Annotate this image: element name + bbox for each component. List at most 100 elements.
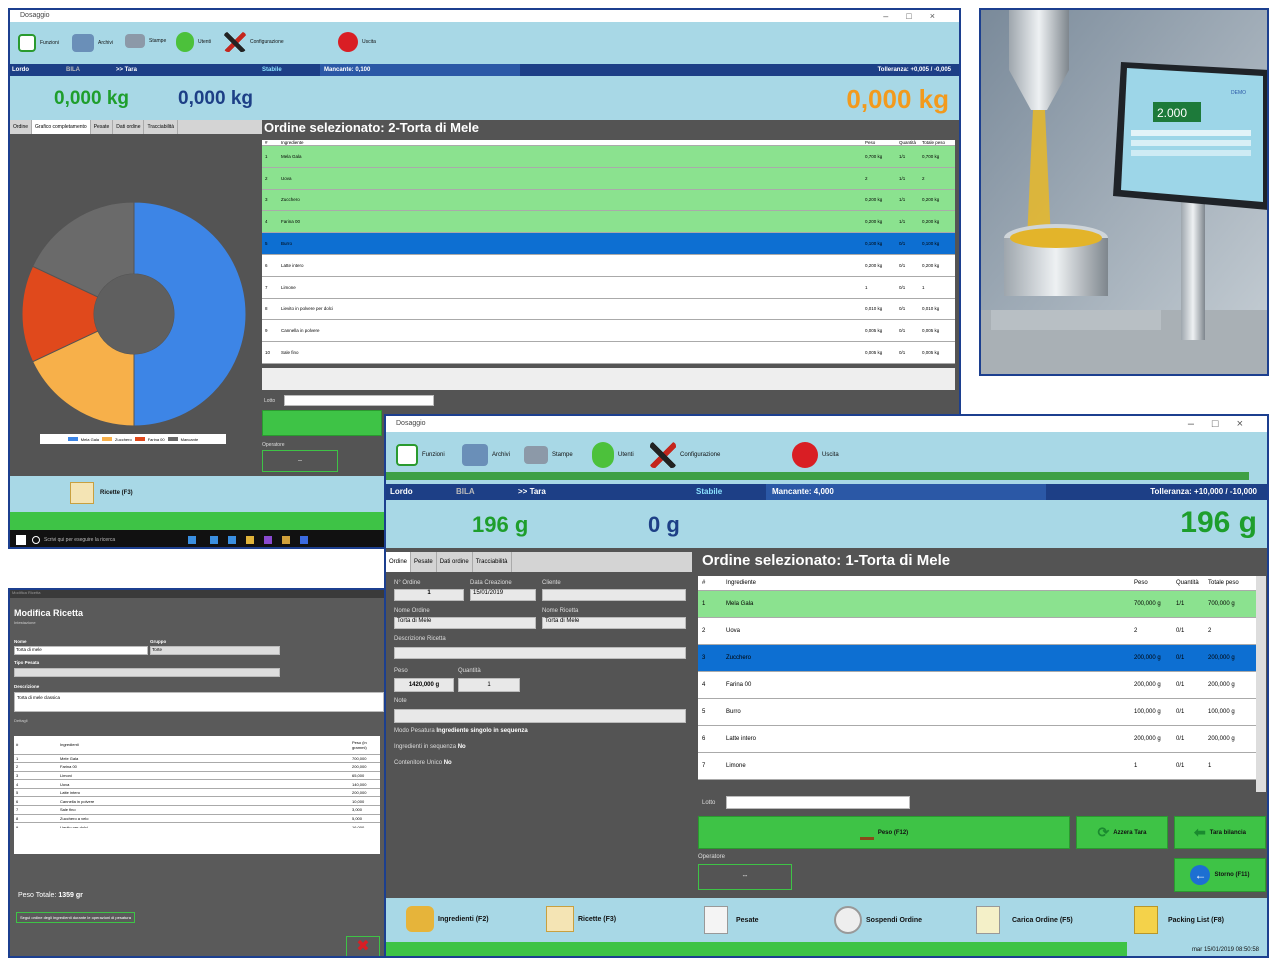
store-icon[interactable] [228,535,236,544]
table-row[interactable]: 8 Zucchero a velo 5,000 [14,814,380,824]
chrome-icon[interactable] [300,535,308,544]
tipo-pesata-select[interactable] [14,668,280,677]
sospendi-ordine-button[interactable]: Sospendi Ordine [834,906,922,934]
stampe-button[interactable]: Stampe [125,34,166,48]
tab-ordine[interactable]: Ordine [10,120,33,134]
table-row[interactable]: 7 Sale fino 3,000 [14,805,380,815]
pesate-button[interactable]: Pesate [704,906,759,934]
carica-ordine-button[interactable]: Carica Ordine (F5) [976,906,1073,934]
table-row[interactable]: 6 Cannella in polvere 10,000 [14,796,380,807]
cancel-button[interactable]: ✖ [346,936,380,956]
azzera-tara-button[interactable]: ⟳ Azzera Tara [1076,816,1168,849]
table-row[interactable]: 1 Mela Gala 700,000 g 1/1 700,000 g [698,590,1256,618]
storno-button[interactable]: ← Storno (F11) [1174,858,1266,892]
nome-ricetta-field[interactable]: Torta di Mele [542,617,686,629]
configurazione-button[interactable]: Configurazione [650,442,720,468]
tab-pesate[interactable]: Pesate [411,552,437,572]
cliente-field[interactable] [542,589,686,601]
funzioni-button[interactable]: Funzioni [18,34,59,52]
column-header[interactable]: Ingrediente [722,576,1130,591]
table-row[interactable]: 10 Sale fino 0,005 kg 0/1 0,005 kg [262,341,955,364]
peso-button[interactable]: Peso (F12) [698,816,1070,849]
table-row[interactable]: 2 Uova 2 1/1 2 [262,167,955,190]
table-row[interactable]: 9 Cannella in polvere 0,005 kg 0/1 0,005 kg [262,319,955,343]
table-row[interactable]: 3 Zucchero 200,000 g 0/1 200,000 g [698,644,1256,672]
tara-bilancia-button[interactable]: ⬅ Tara bilancia [1174,816,1266,849]
operatore-field[interactable]: -- [262,450,338,472]
lotto-input[interactable] [726,796,910,809]
table-row[interactable]: 7 Limone 1 0/1 1 [262,276,955,299]
table-row[interactable]: 6 Latte intero 200,000 g 0/1 200,000 g [698,725,1256,753]
tab-pesate[interactable]: Pesate [91,120,114,134]
column-header[interactable]: Ingredienti [58,736,350,755]
explorer-icon[interactable] [246,535,254,544]
table-row[interactable]: 3 Limoni 65,000 [14,771,380,781]
tab-grafico[interactable]: Grafico completamento [32,120,91,134]
table-row[interactable]: 4 Farina 00 0,200 kg 1/1 0,200 kg [262,210,955,234]
window-controls[interactable]: –□× [1188,416,1261,432]
tab-tracciabilita[interactable]: Tracciabilità [144,120,178,134]
column-header[interactable]: Totale peso [1204,576,1256,591]
taskbar-search[interactable]: Scrivi qui per eseguire la ricerca [44,537,174,543]
data-creazione-field[interactable]: 15/01/2019 [470,589,536,601]
funzioni-button[interactable]: Funzioni [396,444,445,466]
utenti-button[interactable]: Utenti [592,442,634,468]
column-header[interactable]: # [698,576,722,591]
lotto-input[interactable] [284,395,434,406]
table-row[interactable]: 2 Uova 2 0/1 2 [698,617,1256,645]
column-header[interactable]: Quantità [1172,576,1204,591]
table-scrollbar[interactable] [1256,576,1266,792]
tab-ordine[interactable]: Ordine [386,552,412,572]
table-row[interactable]: 5 Burro 0,100 kg 0/1 0,100 kg [262,232,955,255]
descrizione-field[interactable] [394,647,686,659]
nome-input[interactable]: Torta di mele [14,646,148,655]
vs-icon[interactable] [264,535,272,544]
column-header[interactable]: # [14,736,58,755]
uscita-button[interactable]: Uscita [338,32,376,52]
table-row[interactable]: 3 Zucchero 0,200 kg 1/1 0,200 kg [262,189,955,212]
edge-icon[interactable] [210,535,218,544]
column-header[interactable]: Quantità [895,140,919,146]
peso-field[interactable]: 1420,000 g [394,678,454,692]
configurazione-button[interactable]: Configurazione [224,32,284,52]
column-header[interactable]: Peso [1130,576,1172,591]
note-field[interactable] [394,709,686,723]
taskbar-app-icon[interactable] [188,535,196,544]
uscita-button[interactable]: Uscita [792,442,839,468]
ingredienti-button[interactable]: Ingredienti (F2) [406,906,489,932]
windows-start-icon[interactable] [16,534,26,545]
sequence-checkbox[interactable]: Segui ordine degli ingredienti durante l… [16,912,135,923]
main-toolbar: Funzioni Archivi Stampe Utenti Configura… [10,22,959,64]
stampe-button[interactable]: Stampe [524,446,573,464]
archivi-button[interactable]: Archivi [462,444,510,466]
tab-dati-ordine[interactable]: Dati ordine [113,120,145,134]
n-ordine-field[interactable]: 1 [394,589,464,601]
utenti-button[interactable]: Utenti [176,32,211,52]
app-icon[interactable] [282,535,290,544]
nome-ordine-field[interactable]: Torta di Mele [394,617,536,629]
table-row[interactable]: 4 Uova 140,000 [14,779,380,789]
table-row[interactable]: 8 Lievito in polvere per dolci 0,010 kg 0/1… [262,298,955,321]
quantita-field[interactable]: 1 [458,678,520,692]
table-row[interactable]: 4 Farina 00 200,000 g 0/1 200,000 g [698,671,1256,699]
table-row[interactable]: 5 Latte intero 200,000 [14,788,380,798]
ricette-button[interactable]: Ricette (F3) [546,906,616,932]
column-header[interactable]: Peso (in grammi) [350,736,380,755]
descrizione-input[interactable]: Torta di mele classica [14,692,384,712]
table-row[interactable]: 1 Mela Gala 0,700 kg 1/1 0,700 kg [262,145,955,168]
tab-tracciabilita[interactable]: Tracciabilità [473,552,512,572]
table-row[interactable]: 2 Farina 00 200,000 [14,762,380,772]
table-row[interactable]: 7 Limone 1 0/1 1 [698,752,1256,780]
table-row[interactable]: 5 Burro 100,000 g 0/1 100,000 g [698,698,1256,726]
operatore-field[interactable]: -- [698,864,792,890]
packing-list-button[interactable]: Packing List (F8) [1134,906,1224,934]
gruppo-select[interactable]: Torte [150,646,280,655]
tab-dati-ordine[interactable]: Dati ordine [437,552,473,572]
peso-button[interactable] [262,410,382,436]
table-row[interactable]: 6 Latte intero 0,200 kg 0/1 0,200 kg [262,254,955,277]
table-cell: 200,000 [350,788,380,798]
ricette-button[interactable]: Ricette (F3) [70,482,133,504]
table-row[interactable]: 1 Mele Gala 700,000 [14,754,380,764]
window-controls[interactable]: –□× [883,10,953,22]
archivi-button[interactable]: Archivi [72,34,113,52]
